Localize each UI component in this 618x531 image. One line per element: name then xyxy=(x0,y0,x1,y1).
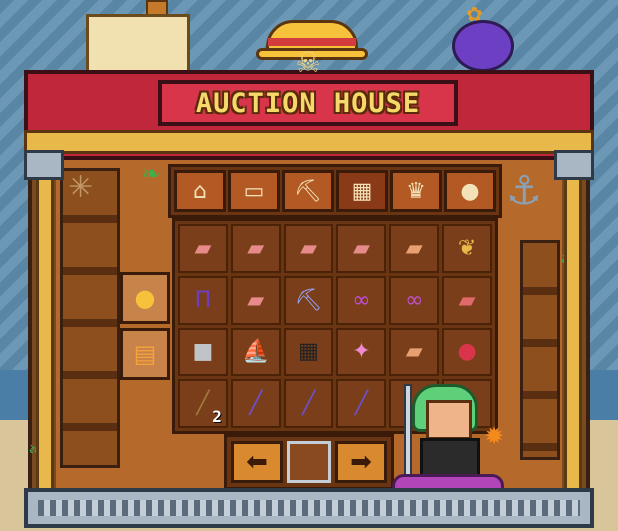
cage-block-icon: ▦ xyxy=(298,339,319,365)
previous-page-button[interactable]: ⬅ xyxy=(231,441,283,483)
item-slot[interactable]: ▰ xyxy=(389,224,440,273)
tab-fruit[interactable]: ● xyxy=(444,170,496,212)
cage-icon: ▦ xyxy=(351,178,373,204)
fishing-rod-icon: ╱ xyxy=(301,391,316,417)
item-slot[interactable]: ▰ xyxy=(178,224,228,273)
feather-icon: ❦ xyxy=(457,235,477,261)
tab-character[interactable]: ♛ xyxy=(390,170,442,212)
gold-coin-icon: ● xyxy=(134,284,156,312)
goggles-icon: ∞ xyxy=(405,287,424,313)
magic-staff-icon: ✦ xyxy=(352,339,371,365)
goggles-icon: ∞ xyxy=(352,287,371,313)
scroll-icon: ▰ xyxy=(247,287,265,313)
right-shelf xyxy=(520,240,560,460)
scroll-icon: ▰ xyxy=(194,235,212,261)
fishing-rod-icon: ╱ xyxy=(249,391,263,417)
item-slot[interactable]: ▰ xyxy=(230,275,281,325)
roof-trim xyxy=(24,130,594,154)
item-slot[interactable]: ∞ xyxy=(336,275,387,325)
item-slot[interactable]: ▰ xyxy=(389,327,440,377)
left-pillar xyxy=(36,168,54,498)
mermaid-face xyxy=(426,400,472,440)
page-title: AUCTION HOUSE xyxy=(195,87,421,119)
scroll-icon: ▰ xyxy=(352,235,370,261)
arrow-left-icon: ⬅ xyxy=(246,447,268,477)
arrow-right-icon: ➡ xyxy=(350,447,372,477)
house-icon: ⌂ xyxy=(193,178,207,204)
red-fruit-icon: ● xyxy=(457,339,477,365)
item-slot[interactable]: ⛵ xyxy=(230,327,281,377)
basket-icon: ▤ xyxy=(133,340,157,368)
tab-block[interactable]: ▭ xyxy=(228,170,280,212)
item-slot[interactable]: ■ xyxy=(178,327,228,377)
corner-ornament xyxy=(24,150,64,180)
item-slot[interactable]: ❦ xyxy=(442,224,492,273)
item-slot[interactable]: ✦ xyxy=(336,327,387,377)
fruit-icon: ● xyxy=(460,178,480,204)
fishing-rod-icon: ╱ xyxy=(354,391,369,417)
bandage-icon: ▰ xyxy=(405,339,423,365)
stone-block-icon: ■ xyxy=(192,339,214,365)
item-count: 2 xyxy=(212,407,222,426)
cobweb-icon: ✳ xyxy=(68,170,94,205)
title-banner: AUCTION HOUSE xyxy=(158,80,458,126)
fire-pan-icon: ✹ xyxy=(484,422,505,450)
item-slot[interactable]: ● xyxy=(442,327,492,377)
item-slot[interactable]: ▰ xyxy=(336,224,387,273)
item-slot[interactable]: ╱ 2 xyxy=(178,379,228,428)
shop-base xyxy=(24,488,594,528)
item-slot[interactable]: ▰ xyxy=(230,224,281,273)
pickaxe-icon: ⛏ xyxy=(294,287,323,313)
scroll-icon: ▰ xyxy=(300,235,318,261)
anchor-icon: ⚓ xyxy=(506,168,542,214)
currency-coin-button[interactable]: ● xyxy=(120,272,170,324)
scroll-icon: ▰ xyxy=(458,287,476,313)
character-icon: ♛ xyxy=(406,178,426,204)
bandage-icon: ▰ xyxy=(405,235,423,261)
tab-cage[interactable]: ▦ xyxy=(336,170,388,212)
item-slot[interactable]: ▰ xyxy=(442,275,492,325)
sail-decoration xyxy=(86,14,190,74)
basket-button[interactable]: ▤ xyxy=(120,328,170,380)
wooden-stick-icon: ╱ xyxy=(196,391,210,417)
trident-icon xyxy=(404,384,412,484)
leaf-icon: ❧ xyxy=(142,162,161,187)
pickaxe-icon: ⛏ xyxy=(294,178,322,204)
item-slot[interactable]: ▰ xyxy=(283,224,334,273)
block-icon: ▭ xyxy=(243,178,265,204)
item-slot[interactable]: ╱ xyxy=(283,379,334,428)
skull-icon: ☠ xyxy=(295,46,321,79)
next-page-button[interactable]: ➡ xyxy=(335,441,387,483)
pagination: ⬅ ➡ xyxy=(224,434,394,490)
tab-house[interactable]: ⌂ xyxy=(174,170,226,212)
right-pillar xyxy=(564,168,582,498)
category-tabs: ⌂ ▭ ⛏ ▦ ♛ ● xyxy=(168,164,502,218)
hat-band xyxy=(268,38,356,46)
ship-icon: ⛵ xyxy=(242,339,270,365)
devil-fruit-icon xyxy=(452,20,514,72)
scroll-icon: ▰ xyxy=(247,235,265,261)
item-slot[interactable]: ╱ xyxy=(230,379,281,428)
item-slot[interactable]: ⛏ xyxy=(283,275,334,325)
item-slot[interactable]: Π xyxy=(178,275,228,325)
item-slot[interactable]: ╱ xyxy=(336,379,387,428)
tab-pickaxe[interactable]: ⛏ xyxy=(282,170,334,212)
item-slot[interactable]: ▦ xyxy=(283,327,334,377)
corner-ornament xyxy=(554,150,594,180)
base-pattern xyxy=(38,500,580,516)
page-indicator xyxy=(287,441,331,483)
item-slot[interactable]: ∞ xyxy=(389,275,440,325)
mermaid-body xyxy=(420,438,480,478)
pants-icon: Π xyxy=(194,287,212,313)
